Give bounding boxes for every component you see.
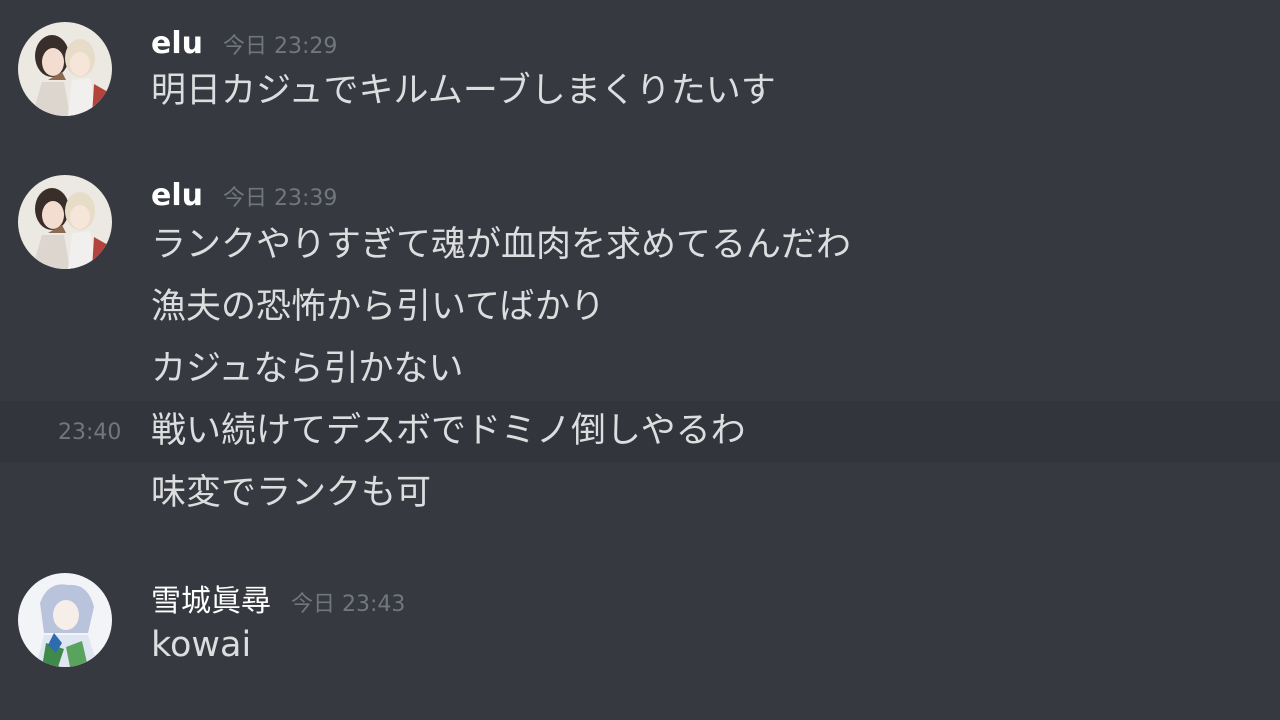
message-timestamp: 今日 23:29 — [223, 34, 338, 59]
hover-timestamp: 23:40 — [58, 420, 122, 445]
message-header: 雪城眞尋 今日 23:43 — [151, 576, 405, 619]
message-line[interactable]: 漁夫の恐怖から引いてばかり — [0, 277, 1280, 338]
username[interactable]: 雪城眞尋 — [151, 576, 271, 620]
message-text: カジュなら引かない — [151, 349, 464, 389]
message-timestamp: 今日 23:39 — [223, 186, 338, 211]
message-line[interactable]: 味変でランクも可 — [0, 463, 1280, 524]
message-line-hovered[interactable]: 23:40 戦い続けてデスボでドミノ倒しやるわ — [0, 401, 1280, 462]
username[interactable]: elu — [151, 178, 203, 213]
message-line[interactable]: 明日カジュでキルムーブしまくりたいす — [0, 61, 1280, 122]
message-text: 味変でランクも可 — [151, 473, 432, 513]
message-text: 明日カジュでキルムーブしまくりたいす — [151, 71, 776, 111]
message-line[interactable]: カジュなら引かない — [0, 339, 1280, 400]
message-header: elu 今日 23:39 — [151, 178, 338, 213]
message-line[interactable]: ランクやりすぎて魂が血肉を求めてるんだわ — [0, 215, 1280, 276]
username[interactable]: elu — [151, 26, 203, 61]
message-text: kowai — [151, 625, 252, 665]
message-timestamp: 今日 23:43 — [291, 592, 406, 617]
message-header: elu 今日 23:29 — [151, 26, 338, 61]
message-text: 漁夫の恐怖から引いてばかり — [151, 287, 605, 327]
message-text: 戦い続けてデスボでドミノ倒しやるわ — [151, 411, 746, 451]
chat-messages: elu 今日 23:29 明日カジュでキルムーブしまくりたいす elu 今日 2… — [0, 0, 1280, 720]
message-line[interactable]: kowai — [0, 615, 1280, 676]
message-text: ランクやりすぎて魂が血肉を求めてるんだわ — [151, 225, 852, 265]
